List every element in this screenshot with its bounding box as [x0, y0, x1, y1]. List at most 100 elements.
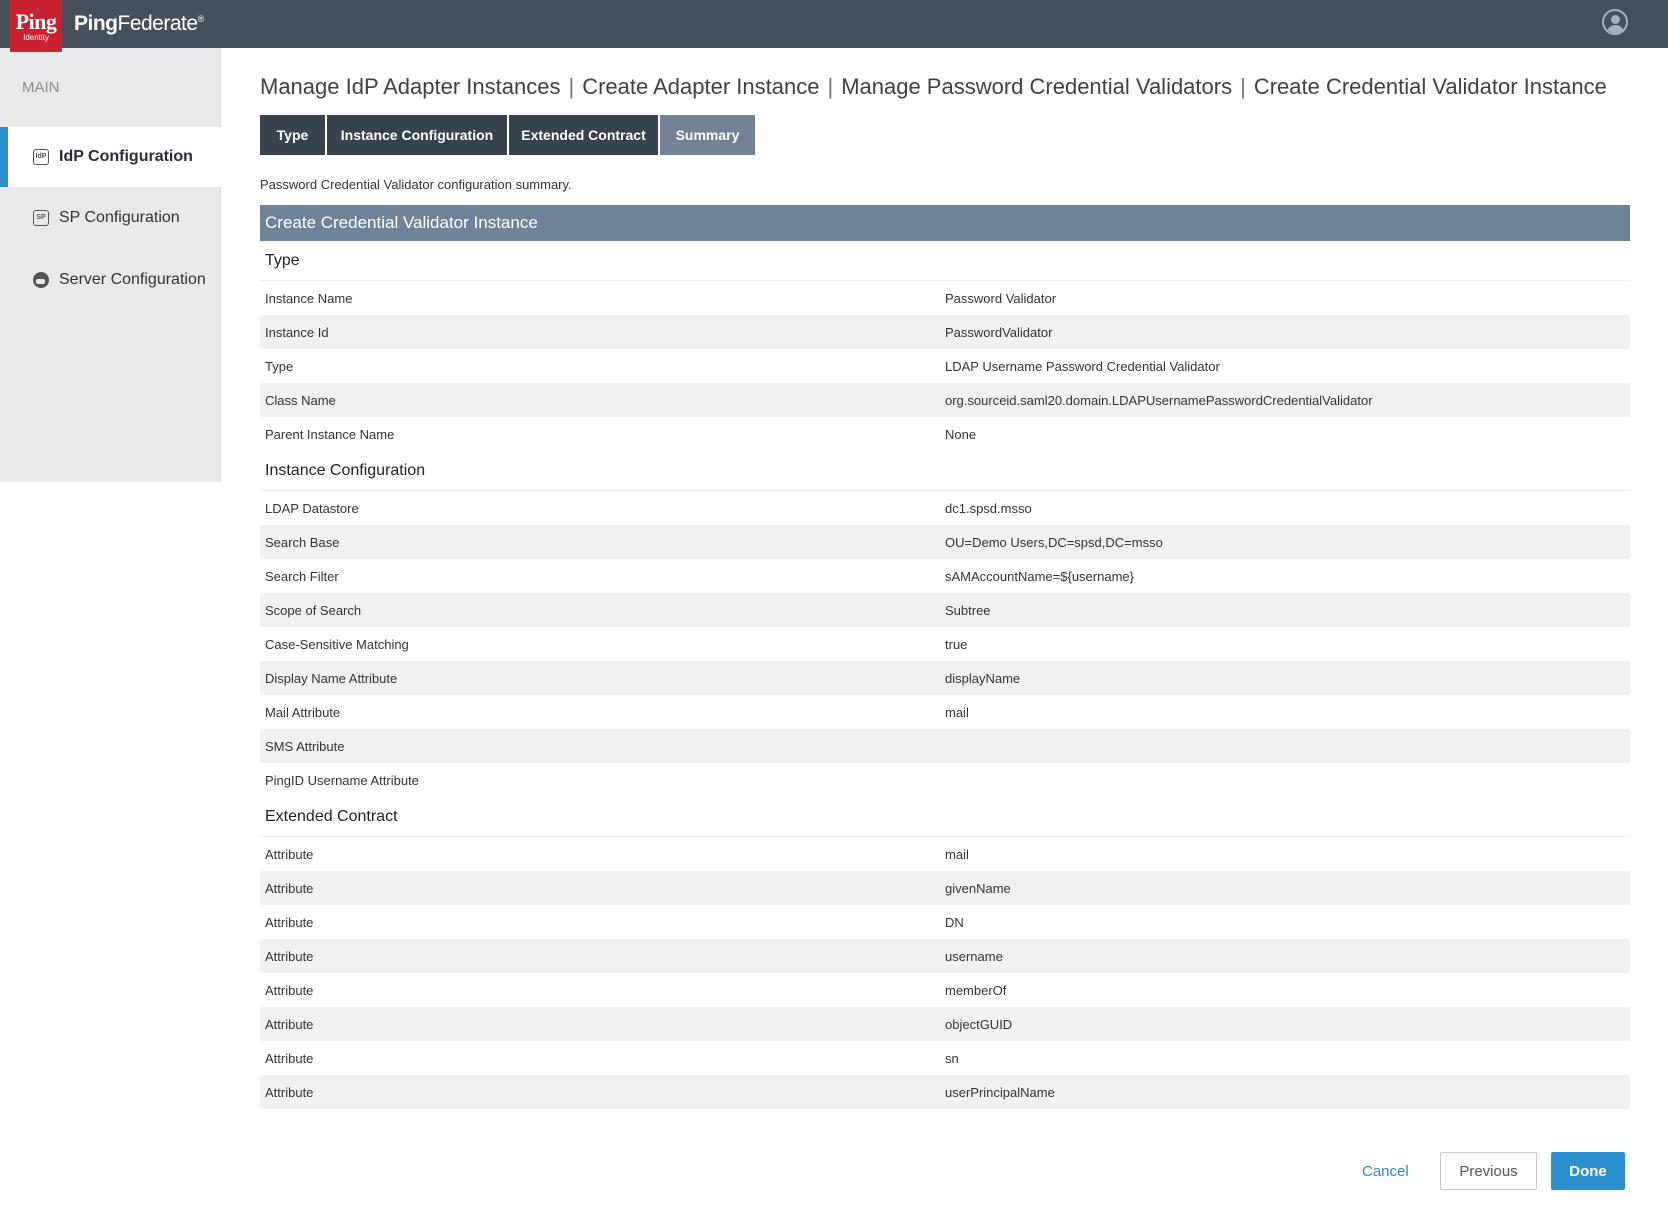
breadcrumb-item[interactable]: Create Adapter Instance: [582, 74, 819, 99]
idp-icon: IdP: [33, 149, 49, 165]
sidebar-item-label: Server Configuration: [59, 271, 206, 288]
table-row: Attribute username: [260, 939, 1630, 973]
product-name-bold: Ping: [74, 12, 118, 35]
row-value: None: [945, 426, 977, 442]
user-circle-icon[interactable]: [1602, 9, 1628, 35]
breadcrumb-item[interactable]: Manage IdP Adapter Instances: [260, 74, 560, 99]
table-row: Display Name Attribute displayName: [260, 661, 1630, 695]
table-row: LDAP Datastore dc1.spsd.msso: [260, 491, 1630, 525]
sidebar-item-server-configuration[interactable]: Server Configuration: [0, 250, 221, 310]
sidebar-item-sp-configuration[interactable]: SP SP Configuration: [0, 188, 221, 248]
row-label: LDAP Datastore: [265, 500, 359, 516]
product-name: PingFederate®: [74, 12, 204, 36]
row-label: Attribute: [265, 914, 314, 930]
table-row: Search Filter sAMAccountName=${username}: [260, 559, 1630, 593]
breadcrumb-separator: |: [827, 74, 834, 99]
previous-button[interactable]: Previous: [1440, 1152, 1537, 1190]
sidebar-item-label: IdP Configuration: [59, 148, 193, 165]
row-label: Search Filter: [265, 568, 339, 584]
row-label: Instance Name: [265, 290, 353, 306]
row-value: objectGUID: [945, 1016, 1013, 1032]
breadcrumb: Manage IdP Adapter Instances | Create Adap…: [260, 74, 1607, 100]
table-row: Instance Id PasswordValidator: [260, 315, 1630, 349]
registered-mark: ®: [197, 14, 205, 24]
table-row: Attribute userPrincipalName: [260, 1075, 1630, 1109]
row-label: Attribute: [265, 948, 314, 964]
row-value: username: [945, 948, 1003, 964]
row-label: Attribute: [265, 1084, 314, 1100]
table-row: SMS Attribute: [260, 729, 1630, 763]
summary-header: Create Credential Validator Instance: [260, 205, 1630, 241]
table-row: Mail Attribute mail: [260, 695, 1630, 729]
table-row: Type LDAP Username Password Credential Va…: [260, 349, 1630, 383]
row-label: Mail Attribute: [265, 704, 341, 720]
tab-summary[interactable]: Summary: [660, 115, 755, 155]
row-value: mail: [945, 704, 969, 720]
row-value: mail: [945, 846, 969, 862]
tab-type[interactable]: Type: [260, 115, 325, 155]
section-title: Instance Configuration: [260, 451, 1630, 491]
sp-icon: SP: [33, 210, 49, 226]
sidebar-item-label: SP Configuration: [59, 209, 180, 226]
product-name-light: Federate: [117, 12, 199, 35]
row-label: Scope of Search: [265, 602, 362, 618]
row-label: Attribute: [265, 880, 314, 896]
tab-instance-configuration[interactable]: Instance Configuration: [327, 115, 507, 155]
top-bar: Ping Identity PingFederate®: [0, 0, 1668, 52]
row-value: true: [945, 636, 968, 652]
row-label: PingID Username Attribute: [265, 772, 419, 788]
row-value: givenName: [945, 880, 1011, 896]
table-row: Attribute objectGUID: [260, 1007, 1630, 1041]
sidebar-item-idp-configuration[interactable]: IdP IdP Configuration: [0, 127, 236, 187]
row-label: Type: [265, 358, 294, 374]
row-label: Class Name: [265, 392, 336, 408]
row-label: Search Base: [265, 534, 340, 550]
row-value: DN: [945, 914, 964, 930]
row-value: OU=Demo Users,DC=spsd,DC=msso: [945, 534, 1163, 550]
table-row: Scope of Search Subtree: [260, 593, 1630, 627]
row-value: Password Validator: [945, 290, 1057, 306]
table-row: PingID Username Attribute: [260, 763, 1630, 797]
intro-text: Password Credential Validator configurat…: [260, 177, 572, 192]
done-button[interactable]: Done: [1551, 1152, 1625, 1190]
row-value: displayName: [945, 670, 1021, 686]
breadcrumb-item-current: Create Credential Validator Instance: [1253, 74, 1607, 99]
row-value: userPrincipalName: [945, 1084, 1055, 1100]
cancel-button[interactable]: Cancel: [1362, 1152, 1409, 1190]
tab-extended-contract[interactable]: Extended Contract: [509, 115, 658, 155]
table-row: Attribute DN: [260, 905, 1630, 939]
breadcrumb-separator: |: [568, 74, 575, 99]
row-value: dc1.spsd.msso: [945, 500, 1032, 516]
row-value: sn: [945, 1050, 959, 1066]
row-value: sAMAccountName=${username}: [945, 568, 1134, 584]
table-row: Class Name org.sourceid.saml20.domain.LDA…: [260, 383, 1630, 417]
row-label: Case-Sensitive Matching: [265, 636, 409, 652]
table-row: Parent Instance Name None: [260, 417, 1630, 451]
row-label: Attribute: [265, 982, 314, 998]
row-value: memberOf: [945, 982, 1007, 998]
section-title: Type: [260, 241, 1630, 281]
row-label: Instance Id: [265, 324, 329, 340]
row-label: Attribute: [265, 1050, 314, 1066]
breadcrumb-item[interactable]: Manage Password Credential Validators: [841, 74, 1232, 99]
breadcrumb-separator: |: [1240, 74, 1246, 99]
row-value: Subtree: [945, 602, 991, 618]
row-label: Attribute: [265, 846, 314, 862]
table-row: Attribute givenName: [260, 871, 1630, 905]
row-value: LDAP Username Password Credential Valida…: [945, 358, 1220, 374]
row-label: Attribute: [265, 1016, 314, 1032]
table-row: Instance Name Password Validator: [260, 281, 1630, 315]
wizard-tabs: Type Instance Configuration Extended Con…: [260, 115, 757, 155]
table-row: Case-Sensitive Matching true: [260, 627, 1630, 661]
sidebar: MAIN IdP IdP Configuration SP SP Configu…: [0, 48, 236, 482]
row-label: Display Name Attribute: [265, 670, 398, 686]
sidebar-heading: MAIN: [22, 79, 60, 96]
table-row: Attribute memberOf: [260, 973, 1630, 1007]
server-icon: [33, 272, 49, 288]
table-row: Search Base OU=Demo Users,DC=spsd,DC=msso: [260, 525, 1630, 559]
ping-logo[interactable]: Ping Identity: [10, 0, 62, 52]
table-row: Attribute sn: [260, 1041, 1630, 1075]
row-value: org.sourceid.saml20.domain.LDAPUsernameP…: [945, 392, 1373, 408]
row-label: SMS Attribute: [265, 738, 345, 754]
section-title: Extended Contract: [260, 797, 1630, 837]
